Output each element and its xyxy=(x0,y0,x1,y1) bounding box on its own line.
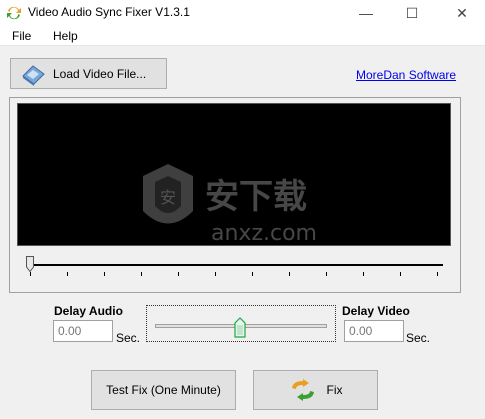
window-title: Video Audio Sync Fixer V1.3.1 xyxy=(28,5,190,19)
seek-track[interactable] xyxy=(28,264,443,266)
watermark-logo: 安 安下载 anxz.com xyxy=(143,164,317,246)
seek-tick xyxy=(178,272,179,276)
app-sync-icon xyxy=(7,6,21,20)
seek-tick xyxy=(289,272,290,276)
maximize-icon: ☐ xyxy=(405,4,419,21)
seek-tick xyxy=(104,272,105,276)
load-video-label: Load Video File... xyxy=(53,66,147,81)
delay-video-input[interactable] xyxy=(344,320,404,342)
maximize-button[interactable]: ☐ xyxy=(389,0,435,26)
delay-video-unit: Sec. xyxy=(406,331,431,345)
sync-icon xyxy=(291,379,314,401)
seek-slider-thumb[interactable] xyxy=(26,256,34,272)
fix-button[interactable]: Fix xyxy=(253,370,378,410)
seek-tick xyxy=(215,272,216,276)
menu-file[interactable]: File xyxy=(12,29,31,43)
delay-audio-input[interactable] xyxy=(53,320,113,342)
watermark-subtitle: anxz.com xyxy=(211,221,317,246)
minimize-icon: — xyxy=(359,5,373,21)
seek-tick xyxy=(437,272,438,276)
delay-audio-label: Delay Audio xyxy=(54,304,123,318)
title-bar: Video Audio Sync Fixer V1.3.1 — ☐ ✕ xyxy=(0,0,485,26)
load-video-button[interactable]: Load Video File... xyxy=(10,58,167,89)
seek-tick xyxy=(400,272,401,276)
seek-tick xyxy=(363,272,364,276)
delay-slider-thumb[interactable] xyxy=(234,317,246,338)
close-button[interactable]: ✕ xyxy=(439,0,485,26)
test-fix-button[interactable]: Test Fix (One Minute) xyxy=(91,370,236,410)
seek-tick xyxy=(252,272,253,276)
menu-help[interactable]: Help xyxy=(53,29,78,43)
moredan-software-link[interactable]: MoreDan Software xyxy=(356,68,456,82)
test-fix-label: Test Fix (One Minute) xyxy=(106,383,221,397)
menu-bar: File Help xyxy=(0,26,485,46)
seek-tick xyxy=(30,272,31,276)
video-file-icon xyxy=(22,64,45,86)
delay-video-label: Delay Video xyxy=(342,304,410,318)
delay-audio-unit: Sec. xyxy=(116,331,141,345)
seek-tick xyxy=(326,272,327,276)
fix-label: Fix xyxy=(326,383,343,397)
seek-tick xyxy=(141,272,142,276)
seek-tick xyxy=(67,272,68,276)
watermark-title: 安下载 xyxy=(205,177,307,217)
close-icon: ✕ xyxy=(456,4,468,21)
minimize-button[interactable]: — xyxy=(343,0,389,26)
svg-text:安: 安 xyxy=(160,188,176,207)
